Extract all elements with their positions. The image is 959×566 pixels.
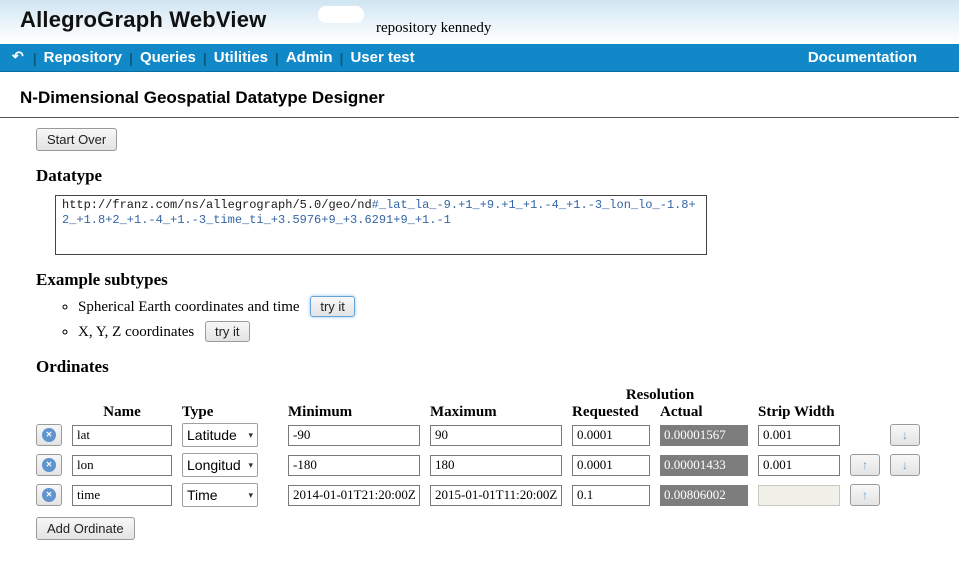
app-title: AllegroGraph WebView: [20, 7, 266, 33]
minimum-input[interactable]: [288, 455, 420, 476]
examples-heading: Example subtypes: [36, 270, 959, 290]
strip-width-input-disabled: [758, 485, 840, 506]
delete-ordinate-button[interactable]: ✕: [36, 424, 62, 446]
delete-icon: ✕: [42, 458, 56, 472]
example-label: X, Y, Z coordinates: [78, 324, 194, 340]
delete-icon: ✕: [42, 428, 56, 442]
col-header-type: Type: [182, 404, 278, 421]
nav-item-admin[interactable]: Admin: [286, 49, 333, 66]
try-it-button-xyz[interactable]: try it: [205, 321, 250, 342]
col-header-maximum: Maximum: [430, 404, 562, 421]
datatype-uri-box: http://franz.com/ns/allegrograph/5.0/geo…: [55, 195, 707, 255]
example-item-xyz: X, Y, Z coordinates try it: [78, 321, 959, 342]
col-header-name: Name: [72, 404, 172, 421]
chevron-down-icon: ▾: [248, 430, 253, 441]
delete-icon: ✕: [42, 488, 56, 502]
nav-item-utilities[interactable]: Utilities: [214, 49, 268, 66]
col-header-strip-width: Strip Width: [758, 404, 840, 421]
columns-header-row: Name Type Minimum Maximum Requested Actu…: [36, 404, 959, 421]
nav-item-documentation[interactable]: Documentation: [808, 49, 917, 66]
col-header-requested: Requested: [572, 404, 650, 421]
strip-width-input[interactable]: [758, 425, 840, 446]
ordinates-table: Resolution Name Type Minimum Maximum Req…: [36, 387, 959, 507]
maximum-input[interactable]: [430, 425, 562, 446]
name-input[interactable]: [72, 485, 172, 506]
maximum-input[interactable]: [430, 485, 562, 506]
maximum-input[interactable]: [430, 455, 562, 476]
chevron-down-icon: ▾: [248, 460, 253, 471]
main-navbar: ↶ | Repository | Queries | Utilities | A…: [0, 44, 959, 72]
page-title: N-Dimensional Geospatial Datatype Design…: [20, 88, 959, 108]
actual-resolution-value: 0.00001567: [660, 425, 748, 446]
start-over-button[interactable]: Start Over: [36, 128, 117, 151]
ordinates-heading: Ordinates: [36, 357, 959, 377]
resolution-header: Resolution: [572, 387, 748, 404]
actual-resolution-value: 0.00806002: [660, 485, 748, 506]
delete-ordinate-button[interactable]: ✕: [36, 454, 62, 476]
back-icon[interactable]: ↶: [12, 48, 24, 65]
title-band: N-Dimensional Geospatial Datatype Design…: [0, 72, 959, 118]
ordinate-row-lon: ✕ Longitud▾ 0.00001433 ↑ ↓: [36, 453, 959, 477]
strip-width-input[interactable]: [758, 455, 840, 476]
move-down-button[interactable]: ↓: [890, 454, 920, 476]
requested-resolution-input[interactable]: [572, 485, 650, 506]
name-input[interactable]: [72, 455, 172, 476]
add-ordinate-button[interactable]: Add Ordinate: [36, 517, 135, 540]
nav-item-user[interactable]: User test: [350, 49, 414, 66]
move-up-button[interactable]: ↑: [850, 454, 880, 476]
nav-item-repository[interactable]: Repository: [44, 49, 122, 66]
col-header-actual: Actual: [660, 404, 748, 421]
datatype-heading: Datatype: [36, 166, 959, 186]
actual-resolution-value: 0.00001433: [660, 455, 748, 476]
requested-resolution-input[interactable]: [572, 455, 650, 476]
requested-resolution-input[interactable]: [572, 425, 650, 446]
repository-label: repository kennedy: [376, 20, 491, 37]
move-up-button[interactable]: ↑: [850, 484, 880, 506]
ordinate-row-lat: ✕ Latitude▾ 0.00001567 ↓: [36, 423, 959, 447]
name-input[interactable]: [72, 425, 172, 446]
datatype-uri-base: http://franz.com/ns/allegrograph/5.0/geo…: [62, 198, 372, 212]
resolution-header-row: Resolution: [36, 387, 959, 404]
type-select[interactable]: Longitud▾: [182, 453, 258, 477]
app-header: AllegroGraph WebView repository kennedy: [0, 0, 959, 44]
minimum-input[interactable]: [288, 485, 420, 506]
type-select[interactable]: Latitude▾: [182, 423, 258, 447]
move-down-button[interactable]: ↓: [890, 424, 920, 446]
minimum-input[interactable]: [288, 425, 420, 446]
col-header-minimum: Minimum: [288, 404, 420, 421]
example-label: Spherical Earth coordinates and time: [78, 299, 300, 315]
try-it-button-spherical[interactable]: try it: [310, 296, 355, 317]
chevron-down-icon: ▾: [248, 490, 253, 501]
type-select[interactable]: Time▾: [182, 483, 258, 507]
ordinate-row-time: ✕ Time▾ 0.00806002 ↑: [36, 483, 959, 507]
delete-ordinate-button[interactable]: ✕: [36, 484, 62, 506]
redacted-blob: [318, 6, 364, 23]
nav-item-queries[interactable]: Queries: [140, 49, 196, 66]
example-subtypes-list: Spherical Earth coordinates and time try…: [78, 296, 959, 342]
example-item-spherical: Spherical Earth coordinates and time try…: [78, 296, 959, 317]
